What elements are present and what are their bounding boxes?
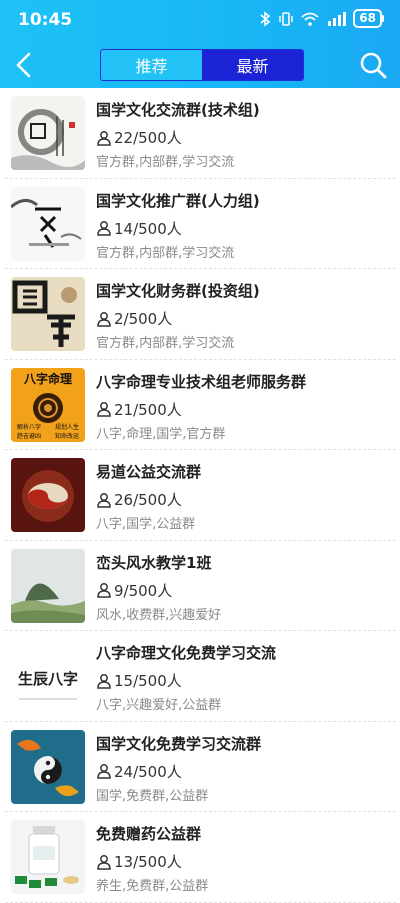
- group-avatar: [11, 186, 85, 261]
- group-avatar: 生辰八字: [11, 639, 85, 713]
- status-icons: 68: [259, 9, 384, 28]
- group-list: 国学文化交流群(技术组) 22/500人 官方群,内部群,学习交流 国学文化推广…: [0, 88, 400, 903]
- bazi-poster-icon: 八字命理 解析八字 规划人生 趋吉避凶 知命改运: [11, 367, 85, 442]
- group-title: 易道公益交流群: [96, 463, 202, 481]
- shengchen-bazi-icon: 生辰八字: [11, 639, 85, 713]
- poster-title: 八字命理: [23, 371, 72, 386]
- member-count-text: 15/500人: [114, 672, 182, 690]
- user-icon: [97, 402, 111, 417]
- group-title: 八字命理专业技术组老师服务群: [96, 372, 307, 391]
- group-title: 国学文化财务群(投资组): [96, 282, 260, 300]
- member-count-text: 21/500人: [114, 400, 182, 419]
- member-count: 13/500人: [96, 851, 182, 872]
- search-button[interactable]: [356, 48, 390, 82]
- medicine-bottle-icon: [11, 820, 85, 894]
- poster-line: 知命改运: [55, 432, 79, 440]
- status-time: 10:45: [18, 10, 73, 30]
- user-icon: [97, 130, 111, 146]
- poster-line: 趋吉避凶: [17, 432, 41, 440]
- group-title: 国学文化推广群(人力组): [96, 191, 260, 210]
- group-tags: 八字,命理,国学,官方群: [96, 426, 226, 442]
- list-item[interactable]: 峦头风水教学1班 9/500人 风水,收费群,兴趣爱好: [5, 541, 396, 631]
- user-icon: [97, 221, 111, 236]
- user-icon: [97, 492, 111, 508]
- thumb-caption: 生辰八字: [18, 670, 78, 688]
- signal-icon: [326, 11, 347, 27]
- tab-recommended[interactable]: 推荐: [101, 50, 202, 80]
- member-count: 9/500人: [96, 580, 172, 601]
- group-tags: 养生,免费群,公益群: [96, 879, 209, 894]
- user-icon: [97, 854, 111, 870]
- poster-line: 解析八字: [17, 423, 41, 431]
- group-tags: 官方群,内部群,学习交流: [96, 245, 235, 261]
- battery-indicator: 68: [353, 9, 384, 28]
- vibrate-icon: [278, 11, 294, 27]
- list-item[interactable]: 国学文化免费学习交流群 24/500人 国学,免费群,公益群: [5, 722, 396, 812]
- group-tags: 八字,国学,公益群: [96, 517, 196, 532]
- search-icon: [360, 52, 387, 79]
- group-avatar: [11, 548, 85, 623]
- group-avatar: 八字命理 解析八字 规划人生 趋吉避凶 知命改运: [11, 367, 85, 442]
- group-tags: 国学,免费群,公益群: [96, 788, 209, 804]
- wifi-icon: [301, 11, 319, 27]
- group-title: 峦头风水教学1班: [96, 553, 212, 572]
- yinyang-red-icon: [11, 458, 85, 532]
- mountain-landscape-icon: [11, 548, 85, 623]
- group-tags: 官方群,内部群,学习交流: [96, 336, 235, 351]
- member-count: 26/500人: [96, 489, 182, 510]
- member-count: 21/500人: [96, 399, 182, 420]
- chevron-left-icon: [16, 52, 31, 78]
- member-count-text: 13/500人: [114, 853, 182, 871]
- back-button[interactable]: [10, 48, 40, 82]
- user-icon: [97, 311, 111, 327]
- group-avatar: [11, 729, 85, 804]
- user-icon: [97, 764, 111, 779]
- user-icon: [97, 673, 111, 689]
- list-item[interactable]: 生辰八字 八字命理文化免费学习交流 15/500人 八字,兴趣爱好,公益群: [5, 631, 396, 722]
- poster-line: 规划人生: [55, 423, 79, 431]
- group-avatar: [11, 96, 85, 170]
- member-count-text: 14/500人: [114, 219, 182, 238]
- list-item[interactable]: 八字命理 解析八字 规划人生 趋吉避凶 知命改运 八字命理专业技术组老师服务群 …: [5, 360, 396, 450]
- member-count: 24/500人: [96, 761, 182, 782]
- tab-latest[interactable]: 最新: [202, 50, 303, 80]
- member-count: 22/500人: [96, 127, 182, 148]
- group-avatar: [11, 820, 85, 894]
- member-count-text: 22/500人: [114, 129, 182, 147]
- member-count-text: 26/500人: [114, 491, 182, 509]
- group-title: 八字命理文化免费学习交流: [96, 644, 277, 662]
- ink-calligraphy-icon: [11, 186, 85, 261]
- group-tags: 官方群,内部群,学习交流: [96, 155, 235, 170]
- bluetooth-icon: [259, 10, 271, 27]
- status-bar: 10:45 68: [0, 0, 400, 40]
- user-icon: [97, 583, 111, 598]
- member-count: 15/500人: [96, 670, 182, 691]
- top-header: 10:45 68 推荐 最新: [0, 0, 400, 88]
- koi-taiji-icon: [11, 729, 85, 804]
- group-tags: 风水,收费群,兴趣爱好: [96, 607, 222, 623]
- list-item[interactable]: 国学文化财务群(投资组) 2/500人 官方群,内部群,学习交流: [5, 269, 396, 360]
- list-item[interactable]: 易道公益交流群 26/500人 八字,国学,公益群: [5, 450, 396, 541]
- segment-tabs: 推荐 最新: [100, 49, 304, 81]
- member-count: 14/500人: [96, 218, 182, 239]
- group-avatar: [11, 458, 85, 532]
- group-avatar: [11, 277, 85, 351]
- list-item[interactable]: 国学文化交流群(技术组) 22/500人 官方群,内部群,学习交流: [5, 88, 396, 179]
- list-item[interactable]: 免费赠药公益群 13/500人 养生,免费群,公益群: [5, 812, 396, 903]
- member-count-text: 9/500人: [114, 581, 173, 600]
- group-title: 国学文化免费学习交流群: [96, 734, 262, 753]
- group-title: 国学文化交流群(技术组): [96, 101, 260, 119]
- member-count: 2/500人: [96, 308, 172, 329]
- list-item[interactable]: 国学文化推广群(人力组) 14/500人 官方群,内部群,学习交流: [5, 179, 396, 269]
- guoxue-calligraphy-icon: [11, 277, 85, 351]
- group-tags: 八字,兴趣爱好,公益群: [96, 698, 222, 713]
- group-title: 免费赠药公益群: [96, 825, 202, 843]
- member-count-text: 24/500人: [114, 762, 182, 781]
- ink-guoxue-icon: [11, 96, 85, 170]
- member-count-text: 2/500人: [114, 310, 173, 328]
